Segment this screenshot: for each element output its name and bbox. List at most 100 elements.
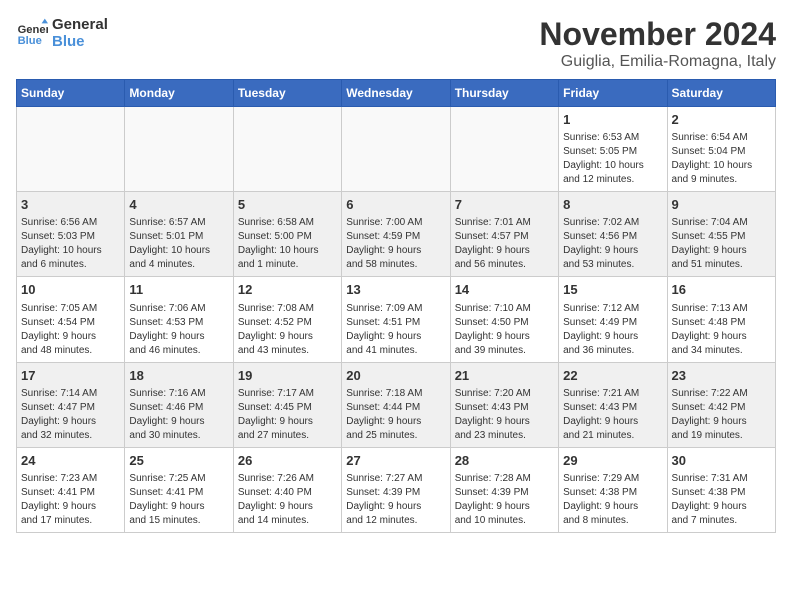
day-number: 21 [455, 367, 554, 385]
day-number: 4 [129, 196, 228, 214]
day-info: Sunrise: 7:31 AM Sunset: 4:38 PM Dayligh… [672, 472, 771, 528]
calendar-cell: 6Sunrise: 7:00 AM Sunset: 4:59 PM Daylig… [342, 192, 450, 277]
day-info: Sunrise: 7:05 AM Sunset: 4:54 PM Dayligh… [21, 302, 120, 358]
calendar-cell: 4 Sunrise: 6:57 AM Sunset: 5:01 PM Daylig… [125, 192, 233, 277]
day-info: Sunrise: 7:21 AM Sunset: 4:43 PM Dayligh… [563, 387, 662, 443]
calendar-cell: 28 Sunrise: 7:28 AM Sunset: 4:39 PM Dayli… [450, 447, 558, 532]
calendar-week-row: 24 Sunrise: 7:23 AM Sunset: 4:41 PM Dayli… [17, 447, 776, 532]
calendar-cell: 29 Sunrise: 7:29 AM Sunset: 4:38 PM Dayli… [559, 447, 667, 532]
day-number: 13 [346, 281, 445, 299]
day-number: 2 [672, 111, 771, 129]
logo-line2: Blue [52, 33, 108, 50]
day-info: Sunrise: 7:28 AM Sunset: 4:39 PM Dayligh… [455, 472, 554, 528]
day-number: 11 [129, 281, 228, 299]
day-info: Sunrise: 6:53 AM Sunset: 5:05 PM Dayligh… [563, 131, 662, 187]
day-number: 18 [129, 367, 228, 385]
calendar-week-row: 3Sunrise: 6:56 AM Sunset: 5:03 PM Daylig… [17, 192, 776, 277]
day-info: Sunrise: 7:12 AM Sunset: 4:49 PM Dayligh… [563, 302, 662, 358]
day-info: Sunrise: 7:13 AM Sunset: 4:48 PM Dayligh… [672, 302, 771, 358]
calendar-cell: 7Sunrise: 7:01 AM Sunset: 4:57 PM Daylig… [450, 192, 558, 277]
day-number: 25 [129, 452, 228, 470]
weekday-header-thursday: Thursday [450, 80, 558, 107]
day-number: 12 [238, 281, 337, 299]
calendar-cell: 22 Sunrise: 7:21 AM Sunset: 4:43 PM Dayli… [559, 362, 667, 447]
day-info: Sunrise: 7:16 AM Sunset: 4:46 PM Dayligh… [129, 387, 228, 443]
day-info: Sunrise: 7:23 AM Sunset: 4:41 PM Dayligh… [21, 472, 120, 528]
calendar-header-row: SundayMondayTuesdayWednesdayThursdayFrid… [17, 80, 776, 107]
day-info: Sunrise: 7:20 AM Sunset: 4:43 PM Dayligh… [455, 387, 554, 443]
calendar-cell: 16Sunrise: 7:13 AM Sunset: 4:48 PM Dayli… [667, 277, 775, 362]
logo: General Blue General Blue [16, 16, 108, 50]
calendar-table: SundayMondayTuesdayWednesdayThursdayFrid… [16, 79, 776, 533]
day-number: 9 [672, 196, 771, 214]
calendar-cell: 20Sunrise: 7:18 AM Sunset: 4:44 PM Dayli… [342, 362, 450, 447]
calendar-cell [17, 107, 125, 192]
day-number: 17 [21, 367, 120, 385]
day-number: 24 [21, 452, 120, 470]
day-info: Sunrise: 6:57 AM Sunset: 5:01 PM Dayligh… [129, 216, 228, 272]
day-info: Sunrise: 7:01 AM Sunset: 4:57 PM Dayligh… [455, 216, 554, 272]
calendar-cell: 13 Sunrise: 7:09 AM Sunset: 4:51 PM Dayli… [342, 277, 450, 362]
calendar-cell [342, 107, 450, 192]
calendar-cell: 9 Sunrise: 7:04 AM Sunset: 4:55 PM Daylig… [667, 192, 775, 277]
calendar-cell: 15 Sunrise: 7:12 AM Sunset: 4:49 PM Dayli… [559, 277, 667, 362]
day-info: Sunrise: 7:00 AM Sunset: 4:59 PM Dayligh… [346, 216, 445, 272]
calendar-cell: 3Sunrise: 6:56 AM Sunset: 5:03 PM Daylig… [17, 192, 125, 277]
day-info: Sunrise: 7:17 AM Sunset: 4:45 PM Dayligh… [238, 387, 337, 443]
calendar-cell [233, 107, 341, 192]
day-info: Sunrise: 6:58 AM Sunset: 5:00 PM Dayligh… [238, 216, 337, 272]
day-info: Sunrise: 7:04 AM Sunset: 4:55 PM Dayligh… [672, 216, 771, 272]
day-number: 30 [672, 452, 771, 470]
calendar-cell: 1 Sunrise: 6:53 AM Sunset: 5:05 PM Daylig… [559, 107, 667, 192]
calendar-week-row: 17Sunrise: 7:14 AM Sunset: 4:47 PM Dayli… [17, 362, 776, 447]
day-number: 27 [346, 452, 445, 470]
calendar-cell: 18 Sunrise: 7:16 AM Sunset: 4:46 PM Dayli… [125, 362, 233, 447]
svg-text:Blue: Blue [18, 35, 42, 47]
day-info: Sunrise: 6:54 AM Sunset: 5:04 PM Dayligh… [672, 131, 771, 187]
calendar-week-row: 1 Sunrise: 6:53 AM Sunset: 5:05 PM Daylig… [17, 107, 776, 192]
day-info: Sunrise: 7:02 AM Sunset: 4:56 PM Dayligh… [563, 216, 662, 272]
day-info: Sunrise: 7:29 AM Sunset: 4:38 PM Dayligh… [563, 472, 662, 528]
day-info: Sunrise: 6:56 AM Sunset: 5:03 PM Dayligh… [21, 216, 120, 272]
day-number: 1 [563, 111, 662, 129]
calendar-cell: 19Sunrise: 7:17 AM Sunset: 4:45 PM Dayli… [233, 362, 341, 447]
svg-text:General: General [18, 24, 48, 36]
logo-line1: General [52, 16, 108, 33]
calendar-cell: 27 Sunrise: 7:27 AM Sunset: 4:39 PM Dayli… [342, 447, 450, 532]
calendar-cell: 25 Sunrise: 7:25 AM Sunset: 4:41 PM Dayli… [125, 447, 233, 532]
weekday-header-tuesday: Tuesday [233, 80, 341, 107]
calendar-cell: 8Sunrise: 7:02 AM Sunset: 4:56 PM Daylig… [559, 192, 667, 277]
weekday-header-wednesday: Wednesday [342, 80, 450, 107]
day-number: 26 [238, 452, 337, 470]
weekday-header-sunday: Sunday [17, 80, 125, 107]
calendar-cell: 12 Sunrise: 7:08 AM Sunset: 4:52 PM Dayli… [233, 277, 341, 362]
calendar-cell: 17Sunrise: 7:14 AM Sunset: 4:47 PM Dayli… [17, 362, 125, 447]
day-info: Sunrise: 7:08 AM Sunset: 4:52 PM Dayligh… [238, 302, 337, 358]
page-header: General Blue General Blue November 2024 … [16, 16, 776, 71]
day-info: Sunrise: 7:09 AM Sunset: 4:51 PM Dayligh… [346, 302, 445, 358]
day-info: Sunrise: 7:27 AM Sunset: 4:39 PM Dayligh… [346, 472, 445, 528]
calendar-cell: 10 Sunrise: 7:05 AM Sunset: 4:54 PM Dayli… [17, 277, 125, 362]
day-number: 10 [21, 281, 120, 299]
calendar-week-row: 10 Sunrise: 7:05 AM Sunset: 4:54 PM Dayli… [17, 277, 776, 362]
calendar-cell: 11Sunrise: 7:06 AM Sunset: 4:53 PM Dayli… [125, 277, 233, 362]
calendar-cell: 30 Sunrise: 7:31 AM Sunset: 4:38 PM Dayli… [667, 447, 775, 532]
weekday-header-monday: Monday [125, 80, 233, 107]
day-number: 23 [672, 367, 771, 385]
day-number: 5 [238, 196, 337, 214]
day-info: Sunrise: 7:26 AM Sunset: 4:40 PM Dayligh… [238, 472, 337, 528]
day-number: 29 [563, 452, 662, 470]
logo-icon: General Blue [16, 17, 48, 49]
day-number: 28 [455, 452, 554, 470]
day-number: 15 [563, 281, 662, 299]
day-info: Sunrise: 7:25 AM Sunset: 4:41 PM Dayligh… [129, 472, 228, 528]
day-number: 20 [346, 367, 445, 385]
day-info: Sunrise: 7:22 AM Sunset: 4:42 PM Dayligh… [672, 387, 771, 443]
month-title: November 2024 [539, 16, 776, 53]
calendar-cell [450, 107, 558, 192]
title-section: November 2024 Guiglia, Emilia-Romagna, I… [539, 16, 776, 71]
day-number: 14 [455, 281, 554, 299]
day-number: 22 [563, 367, 662, 385]
calendar-cell: 14Sunrise: 7:10 AM Sunset: 4:50 PM Dayli… [450, 277, 558, 362]
calendar-cell: 2 Sunrise: 6:54 AM Sunset: 5:04 PM Daylig… [667, 107, 775, 192]
